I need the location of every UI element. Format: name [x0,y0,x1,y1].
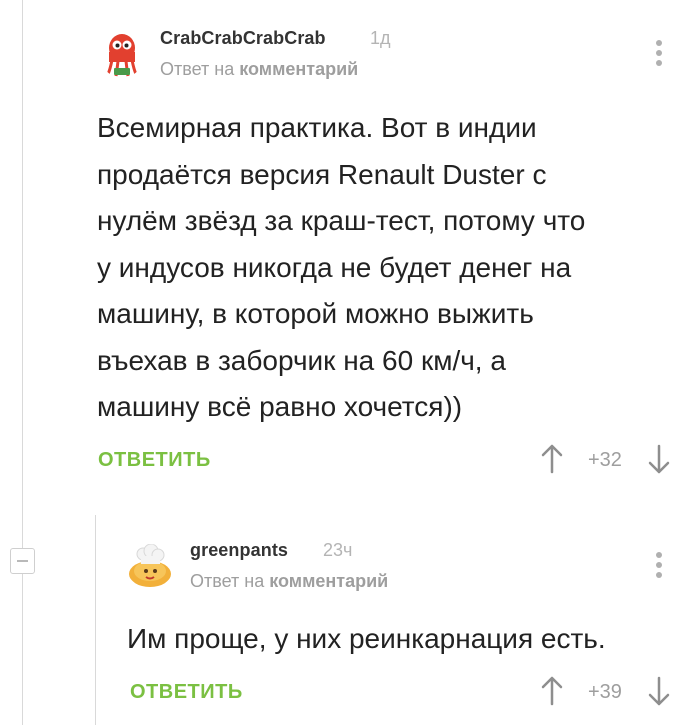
comment-text-line: машину, в которой можно выжить [97,298,534,329]
collapse-minus-icon [17,560,28,562]
reply-to-info: Ответ на комментарий [190,571,388,592]
reply-to-link[interactable]: комментарий [239,59,358,79]
comment-text-line: Им проще, у них реинкарнация есть. [127,623,606,654]
comment-author[interactable]: CrabCrabCrabCrab [160,28,326,49]
chef-avatar-icon[interactable] [126,544,174,588]
comment-time: 1д [370,28,391,48]
comment-author[interactable]: greenpants [190,540,288,561]
reply-button[interactable]: ОТВЕТИТЬ [130,681,243,704]
vote-score: +39 [588,681,622,703]
comment-text-line: машину всё равно хочется)) [97,391,463,422]
comment-text-line: въехав в заборчик на 60 км/ч, а [97,344,506,376]
vote-score: +32 [588,449,622,471]
comment-text-line: Всемирная практика. Вот в индии [97,112,537,143]
comment-text: Всемирная практика. Вот в индии продаётс… [97,105,585,431]
kebab-menu-icon[interactable] [655,552,663,582]
comment-text-line: у индусов никогда не будет денег на [97,251,572,283]
reply-to-info: Ответ на комментарий [160,59,358,80]
comment-text-line: нулём звёзд за краш-тест, потому что [97,205,586,236]
arrow-up-icon[interactable] [540,676,564,711]
reply-to-prefix: Ответ на [160,59,235,79]
collapse-thread-button[interactable] [10,548,35,574]
comment-time: 23ч [323,540,353,560]
arrow-down-icon[interactable] [647,676,671,711]
arrow-down-icon[interactable] [647,444,671,479]
reply-button[interactable]: ОТВЕТИТЬ [98,449,211,472]
comment-text: Им проще, у них реинкарнация есть. [127,616,606,663]
thread-line-nested [95,515,96,725]
reply-to-link[interactable]: комментарий [269,571,388,591]
kebab-menu-icon[interactable] [655,40,663,70]
arrow-up-icon[interactable] [540,444,564,479]
crab-avatar-icon[interactable] [100,30,144,78]
thread-line-root [22,0,23,725]
reply-to-prefix: Ответ на [190,571,265,591]
comment-text-line: продаётся версия Renault Duster с [97,158,547,190]
